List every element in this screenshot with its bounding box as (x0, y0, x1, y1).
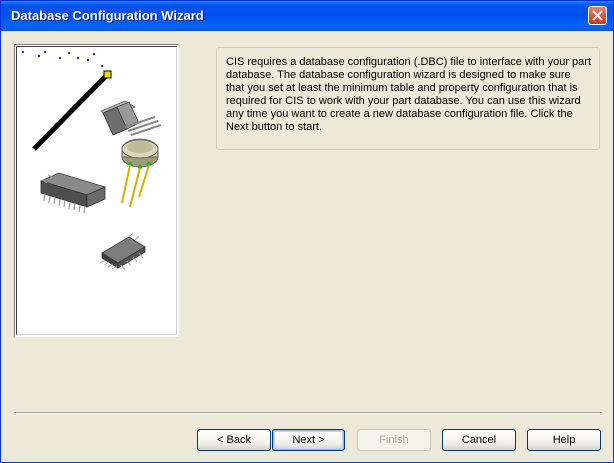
next-button-label: Next > (292, 434, 325, 446)
close-icon (592, 10, 603, 21)
cancel-button-label: Cancel (461, 434, 497, 446)
illustration-panel (14, 44, 179, 337)
wizard-window: Database Configuration Wizard CIS requir… (0, 0, 614, 463)
back-button[interactable]: < Back (197, 429, 271, 451)
cancel-button[interactable]: Cancel (442, 429, 516, 451)
transistor-can-icon (121, 138, 159, 208)
close-button[interactable] (588, 6, 607, 25)
wire-lead-icon (32, 70, 112, 151)
finish-button[interactable]: Finish (357, 429, 431, 451)
soic-chip-icon (99, 232, 146, 271)
finish-button-label: Finish (379, 434, 409, 446)
illustration-frame (16, 46, 177, 335)
back-button-label: < Back (217, 434, 251, 446)
dip-chip-icon (39, 172, 107, 214)
button-separator (14, 412, 602, 414)
help-button[interactable]: Help (527, 429, 601, 451)
dots-decoration (22, 51, 107, 73)
window-title: Database Configuration Wizard (11, 8, 204, 23)
help-button-label: Help (552, 434, 576, 446)
title-bar[interactable]: Database Configuration Wizard (1, 1, 613, 31)
description-group: CIS requires a database configuration (.… (216, 47, 600, 150)
next-button[interactable]: Next > (272, 429, 345, 451)
electronic-components-illustration (22, 51, 162, 271)
to220-regulator-icon (100, 100, 162, 136)
description-text: CIS requires a database configuration (.… (226, 56, 592, 133)
